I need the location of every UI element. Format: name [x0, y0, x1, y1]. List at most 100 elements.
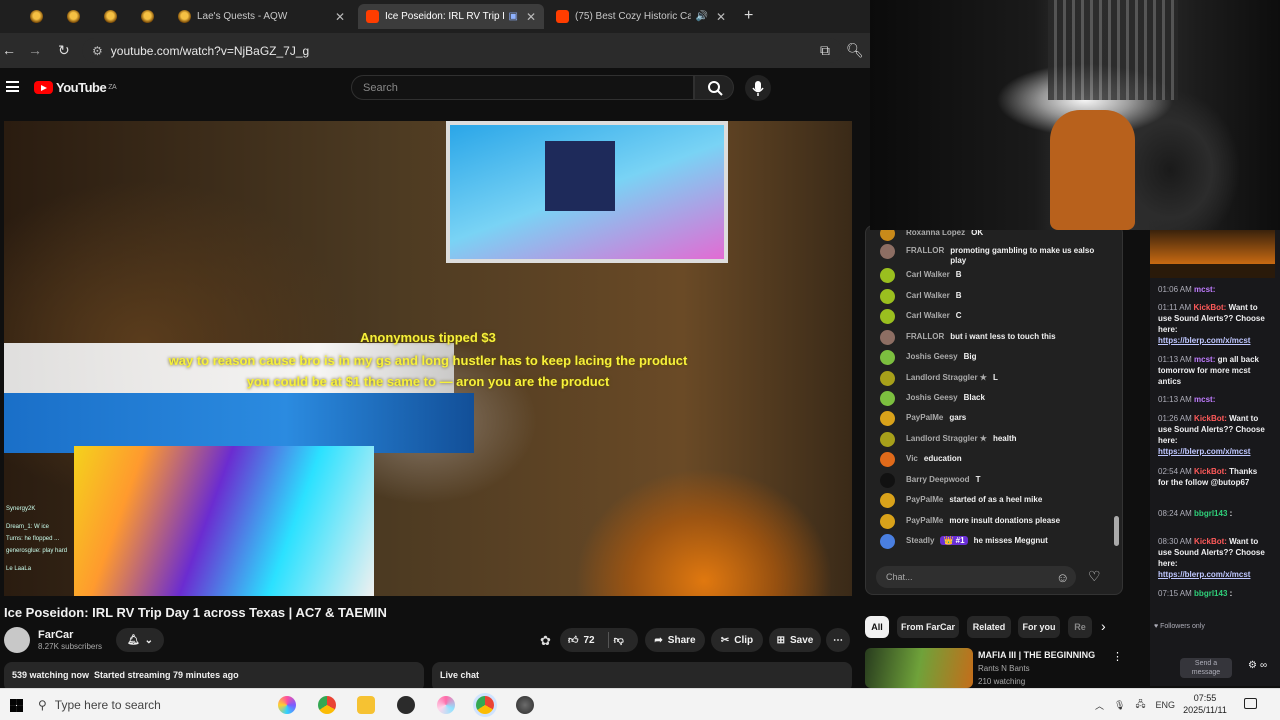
chat-author-avatar[interactable]	[880, 452, 895, 467]
chevron-up-icon[interactable]: ︿	[1095, 699, 1104, 712]
chat-author-name[interactable]: Joshis Geesy	[906, 393, 958, 402]
search-input[interactable]: Search	[351, 75, 694, 100]
chat-settings-icon[interactable]: ⚙	[1248, 660, 1257, 671]
save-button[interactable]: ⊞ Save	[769, 628, 821, 652]
channel-avatar[interactable]	[4, 627, 30, 653]
chat-author-name[interactable]: Steadly	[906, 536, 934, 545]
chip-all[interactable]: All	[865, 616, 889, 638]
chat-author-name[interactable]: PayPalMe	[906, 413, 943, 422]
clip-button[interactable]: ✂ Clip	[711, 628, 763, 652]
tab-aqw-2[interactable]	[59, 4, 91, 29]
message-user[interactable]: bbgrl143	[1194, 509, 1227, 518]
back-arrow-icon[interactable]: ←	[2, 42, 16, 58]
chat-author-avatar[interactable]	[880, 391, 895, 406]
chevron-right-icon[interactable]: ›	[1101, 618, 1106, 634]
chat-author-name[interactable]: FRALLOR	[906, 332, 944, 341]
site-info-icon[interactable]: ⚙	[92, 44, 103, 58]
close-tab-icon[interactable]: ✕	[335, 10, 345, 24]
youtube-logo[interactable]: YouTube ZA	[34, 80, 117, 95]
language-indicator[interactable]: ENG	[1156, 700, 1176, 710]
infinity-icon[interactable]: ∞	[1260, 660, 1267, 671]
chat-author-avatar[interactable]	[880, 244, 895, 259]
message-user[interactable]: KickBot:	[1193, 303, 1226, 312]
windows-start-icon[interactable]	[10, 699, 23, 712]
like-dislike-button[interactable]: 👍︎ 72 👎︎	[560, 628, 638, 652]
close-tab-icon[interactable]: ✕	[526, 10, 536, 24]
chat-author-avatar[interactable]	[880, 411, 895, 426]
notification-center-icon[interactable]	[1244, 698, 1257, 709]
message-user[interactable]: KickBot:	[1194, 537, 1227, 546]
obs-icon[interactable]	[516, 696, 534, 714]
install-app-icon[interactable]: ⧉	[820, 42, 830, 59]
chat-author-name[interactable]: PayPalMe	[906, 495, 943, 504]
chat-author-avatar[interactable]	[880, 309, 895, 324]
send-message-input[interactable]: Send a message	[1180, 658, 1232, 678]
close-tab-icon[interactable]: ✕	[716, 10, 726, 24]
notification-bell-button[interactable]: 🔔︎ ⌄	[116, 628, 164, 652]
hamburger-menu-icon[interactable]	[6, 81, 19, 92]
chat-author-avatar[interactable]	[880, 289, 895, 304]
microphone-icon[interactable]: 🎙︎	[1114, 700, 1125, 711]
tab-aqw-4[interactable]	[133, 4, 165, 29]
forward-arrow-icon[interactable]: →	[28, 42, 42, 58]
message-link[interactable]: https://blerp.com/x/mcst	[1158, 447, 1250, 456]
tab-lae-quests[interactable]: Lae's Quests - AQW ✕	[170, 4, 353, 29]
chat-scrollbar[interactable]	[1114, 516, 1119, 546]
channel-name[interactable]: FarCar	[38, 629, 73, 641]
chip-recent[interactable]: Re	[1068, 616, 1092, 638]
zoom-icon[interactable]: 🔍︎	[846, 42, 864, 59]
new-tab-button[interactable]: +	[744, 7, 753, 25]
message-user[interactable]: KickBot:	[1194, 467, 1227, 476]
thumbs-up-icon[interactable]: 👍︎	[568, 634, 578, 646]
chat-author-name[interactable]: Carl Walker	[906, 311, 950, 320]
related-video-title[interactable]: MAFIA III | THE BEGINNING	[978, 650, 1095, 660]
voice-search-button[interactable]	[745, 75, 771, 101]
message-user[interactable]: KickBot:	[1194, 414, 1227, 423]
app-icon[interactable]	[437, 696, 455, 714]
tab-aqw-1[interactable]	[22, 4, 54, 29]
chrome-active-icon[interactable]	[476, 696, 494, 714]
taskbar-search[interactable]: ⚲ Type here to search	[38, 694, 260, 716]
chat-author-name[interactable]: Carl Walker	[906, 291, 950, 300]
chat-author-name[interactable]: Landlord Straggler ★	[906, 434, 987, 443]
message-user[interactable]: mcst:	[1194, 285, 1215, 294]
network-icon[interactable]: 🖧	[1135, 697, 1145, 713]
chat-author-name[interactable]: Barry Deepwood	[906, 475, 970, 484]
chat-input[interactable]: Chat...	[876, 566, 1076, 588]
more-vertical-icon[interactable]: ⋮	[1112, 650, 1123, 663]
chat-author-avatar[interactable]	[880, 514, 895, 529]
chat-author-name[interactable]: PayPalMe	[906, 516, 943, 525]
steam-icon[interactable]	[397, 696, 415, 714]
tab-aqw-3[interactable]	[96, 4, 128, 29]
message-user[interactable]: bbgrl143	[1194, 589, 1227, 598]
tab-cozy-historic[interactable]: (75) Best Cozy Historic Cast 🔊 ✕	[548, 4, 734, 29]
taskbar-clock[interactable]: 07:55 2025/11/11	[1180, 692, 1230, 716]
chip-for-you[interactable]: For you	[1018, 616, 1060, 638]
url-field[interactable]: ⚙ youtube.com/watch?v=NjBaGZ_7J_g	[82, 38, 842, 63]
chip-related[interactable]: Related	[967, 616, 1011, 638]
message-user[interactable]: mcst:	[1194, 395, 1215, 404]
thumbs-down-icon[interactable]: 👎︎	[614, 634, 624, 646]
related-video-channel[interactable]: Rants N Bants	[978, 664, 1030, 673]
copilot-icon[interactable]	[278, 696, 296, 714]
chat-author-name[interactable]: Vic	[906, 454, 918, 463]
thanks-icon[interactable]: ✿	[540, 633, 551, 649]
chat-author-avatar[interactable]	[880, 493, 895, 508]
chat-author-avatar[interactable]	[880, 268, 895, 283]
super-thanks-heart-icon[interactable]: ♡	[1088, 568, 1101, 585]
chat-author-avatar[interactable]	[880, 350, 895, 365]
chat-author-avatar[interactable]	[880, 330, 895, 345]
chat-author-name[interactable]: Landlord Straggler ★	[906, 373, 987, 382]
tab-ice-poseidon[interactable]: Ice Poseidon: IRL RV Trip D ▣ ✕	[358, 4, 544, 29]
chat-author-name[interactable]: Carl Walker	[906, 270, 950, 279]
chat-author-avatar[interactable]	[880, 473, 895, 488]
reload-icon[interactable]: ↻	[58, 42, 70, 59]
chrome-icon[interactable]	[318, 696, 336, 714]
message-link[interactable]: https://blerp.com/x/mcst	[1158, 570, 1250, 579]
message-user[interactable]: mcst:	[1194, 355, 1215, 364]
chip-from-farcar[interactable]: From FarCar	[897, 616, 959, 638]
video-player[interactable]: Anonymous tipped $3 way to reason cause …	[4, 121, 852, 596]
search-button[interactable]	[694, 75, 734, 100]
chat-author-name[interactable]: FRALLOR	[906, 246, 944, 255]
chat-author-name[interactable]: Joshis Geesy	[906, 352, 958, 361]
